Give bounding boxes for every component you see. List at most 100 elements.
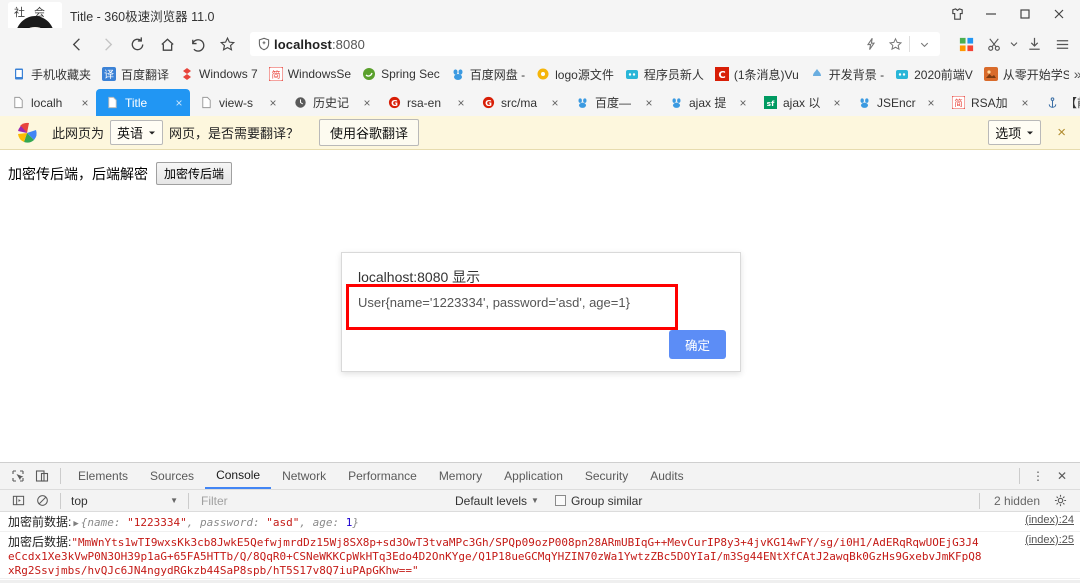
bookmark-label: WindowsSe <box>287 67 352 81</box>
bookmark-item[interactable]: Windows 7 <box>174 63 263 85</box>
bookmark-item[interactable]: 手机收藏夹 <box>6 63 96 85</box>
undo-history-icon[interactable] <box>182 30 212 58</box>
tab-localhost[interactable]: localh × <box>2 89 96 116</box>
reload-icon[interactable] <box>122 30 152 58</box>
encrypt-submit-button[interactable]: 加密传后端 <box>156 162 233 185</box>
devtools-tab-memory[interactable]: Memory <box>428 463 493 489</box>
forward-icon[interactable] <box>92 30 122 58</box>
skin-icon[interactable] <box>940 0 974 28</box>
bookmarks-overflow-icon[interactable]: » <box>1074 66 1080 82</box>
tab-ajax-2[interactable]: sf ajax 以 × <box>754 89 848 116</box>
devtools-tab-audits[interactable]: Audits <box>639 463 694 489</box>
bookmark-label: 开发背景 - <box>828 67 885 82</box>
tab-close-icon[interactable]: × <box>924 96 938 110</box>
back-icon[interactable] <box>62 30 92 58</box>
bookmark-star-icon[interactable] <box>883 33 907 55</box>
tab-close-icon[interactable]: × <box>830 96 844 110</box>
devtools-tab-sources[interactable]: Sources <box>139 463 205 489</box>
devtools-close-icon[interactable]: ✕ <box>1050 464 1074 488</box>
group-similar-checkbox[interactable] <box>554 495 566 506</box>
menu-icon[interactable] <box>1048 30 1076 58</box>
page-icon <box>198 95 214 111</box>
translate-language-select[interactable]: 英语 <box>110 120 164 145</box>
chevron-down-icon[interactable] <box>912 33 936 55</box>
console-source-link[interactable]: (index):24 <box>1025 514 1074 526</box>
maximize-icon[interactable] <box>1008 0 1042 28</box>
console-levels-select[interactable]: Default levels ▼ <box>455 494 539 508</box>
log-object-close: } <box>352 516 359 529</box>
leaf-icon <box>809 66 825 82</box>
address-bar[interactable]: localhost:8080 <box>250 32 940 56</box>
tab-close-icon[interactable]: × <box>642 96 656 110</box>
bookmark-item[interactable]: Spring Sec <box>356 63 445 85</box>
tab-close-icon[interactable]: × <box>78 96 92 110</box>
tab-label: ajax 以 <box>783 96 821 110</box>
download-icon[interactable] <box>1020 30 1048 58</box>
favorite-star-icon[interactable] <box>212 30 242 58</box>
tab-jsencrypt[interactable]: JSEncr × <box>848 89 942 116</box>
tab-ajax-1[interactable]: ajax 提 × <box>660 89 754 116</box>
chevron-down-icon <box>1027 131 1034 134</box>
tab-src-main[interactable]: Gsrc/ma × <box>472 89 566 116</box>
devtools-tab-performance[interactable]: Performance <box>337 463 428 489</box>
devtools-tab-console[interactable]: Console <box>205 463 272 489</box>
jianshu-icon: 简 <box>950 95 966 111</box>
svg-text:G: G <box>391 98 398 108</box>
translate-close-icon[interactable]: × <box>1051 124 1072 141</box>
tab-close-icon[interactable]: × <box>454 96 468 110</box>
tab-history[interactable]: 历史记 × <box>284 89 378 116</box>
bookmark-item[interactable]: logo源文件 <box>530 63 619 85</box>
tab-qianduan[interactable]: 【前端× <box>1036 89 1080 116</box>
clear-console-icon[interactable] <box>30 489 54 513</box>
expand-arrow-icon[interactable]: ▶ <box>71 519 80 529</box>
tab-rsa-jia[interactable]: 简 RSA加 × <box>942 89 1036 116</box>
bookmark-item[interactable]: 程序员新人 <box>619 63 709 85</box>
tab-close-icon[interactable]: × <box>266 96 280 110</box>
close-icon[interactable] <box>1042 0 1076 28</box>
tab-baidu[interactable]: 百度— × <box>566 89 660 116</box>
tab-title[interactable]: Title × <box>96 89 190 116</box>
console-sidebar-icon[interactable] <box>6 489 30 513</box>
tab-close-icon[interactable]: × <box>548 96 562 110</box>
bookmark-item[interactable]: 简 WindowsSe <box>263 63 356 85</box>
screenshot-scissors-icon[interactable] <box>980 30 1008 58</box>
apps-grid-icon[interactable] <box>952 30 980 58</box>
bookmark-item[interactable]: C (1条消息)Vu <box>709 63 804 85</box>
bookmark-item[interactable]: 百度网盘 - <box>445 63 530 85</box>
console-log-row[interactable]: 加密后数据:"MmWnYts1wTI9wxsKk3cb8JwkE5Qefwjmr… <box>0 532 1080 580</box>
scissors-dropdown-icon[interactable] <box>1008 30 1020 58</box>
tab-close-icon[interactable]: × <box>736 96 750 110</box>
devtools-tab-security[interactable]: Security <box>574 463 639 489</box>
csdn-icon <box>624 66 640 82</box>
tab-rsa-en[interactable]: Grsa-en × <box>378 89 472 116</box>
tab-close-icon[interactable]: × <box>360 96 374 110</box>
lightning-icon[interactable] <box>859 33 883 55</box>
home-icon[interactable] <box>152 30 182 58</box>
bookmark-label: Windows 7 <box>199 67 258 81</box>
csdn-g-icon: G <box>386 95 402 111</box>
bookmark-item[interactable]: 从零开始学S <box>978 63 1074 85</box>
console-source-link[interactable]: (index):25 <box>1025 534 1074 546</box>
console-filter-input[interactable]: Filter <box>195 494 445 508</box>
devtools-tab-application[interactable]: Application <box>493 463 574 489</box>
device-toolbar-icon[interactable] <box>30 464 54 488</box>
console-context-select[interactable]: top ▼ <box>67 494 182 508</box>
translate-options-button[interactable]: 选项 <box>988 120 1042 145</box>
translate-infobar: 此网页为 英语 网页，是否需要翻译？ 使用谷歌翻译 选项 × <box>0 116 1080 150</box>
dialog-ok-button[interactable]: 确定 <box>668 330 726 359</box>
tab-close-icon[interactable]: × <box>172 96 186 110</box>
devtools-tab-network[interactable]: Network <box>271 463 337 489</box>
gear-icon[interactable] <box>1048 489 1072 513</box>
devtools-tab-elements[interactable]: Elements <box>67 463 139 489</box>
bookmark-item[interactable]: 2020前端V <box>889 63 978 85</box>
bookmark-item[interactable]: 译百度翻译 <box>96 63 174 85</box>
translate-action-button[interactable]: 使用谷歌翻译 <box>319 119 420 146</box>
baidu-pan-icon <box>450 66 466 82</box>
tab-close-icon[interactable]: × <box>1018 96 1032 110</box>
inspect-element-icon[interactable] <box>6 464 30 488</box>
console-log-row[interactable]: 加密前数据: ▶ {name: "1223334", password: "asd"… <box>0 512 1080 532</box>
tab-view-source[interactable]: view-s × <box>190 89 284 116</box>
devtools-more-icon[interactable]: ⋮ <box>1026 464 1050 488</box>
bookmark-item[interactable]: 开发背景 - <box>804 63 889 85</box>
minimize-icon[interactable] <box>974 0 1008 28</box>
